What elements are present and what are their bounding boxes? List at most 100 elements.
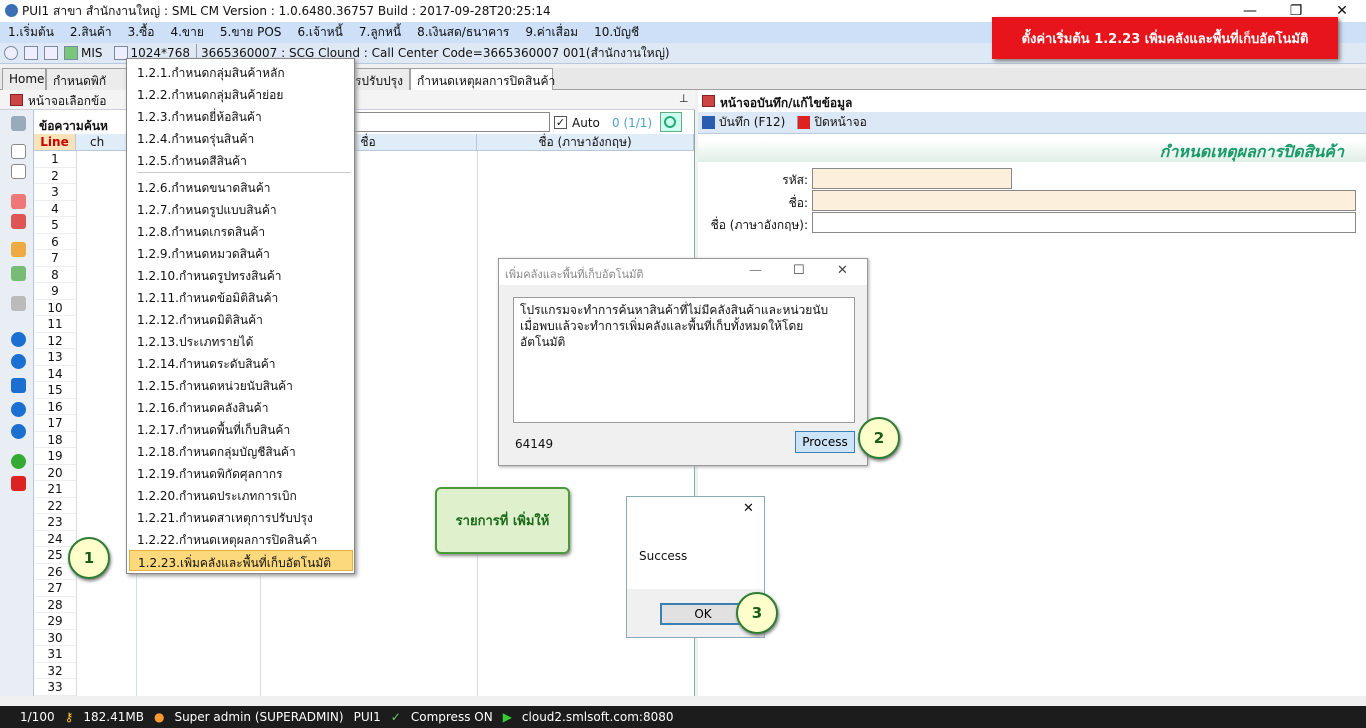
calculator-icon[interactable] (44, 46, 58, 60)
dropdown-menu-item[interactable]: 1.2.7.กำหนดรูปแบบสินค้า (137, 198, 351, 219)
check-doc-icon[interactable] (11, 194, 26, 209)
row-line-number[interactable]: 32 (34, 663, 76, 679)
row-line-number[interactable]: 14 (34, 366, 76, 382)
col-name-en[interactable]: ชื่อ (ภาษาอังกฤษ) (477, 134, 694, 151)
dropdown-menu-item[interactable]: 1.2.6.กำหนดขนาดสินค้า (137, 176, 351, 197)
help-icon[interactable] (11, 454, 26, 469)
row-line-number[interactable]: 17 (34, 415, 76, 432)
dialog-minimize-icon[interactable]: — (749, 263, 762, 278)
dropdown-menu-item[interactable]: 1.2.3.กำหนดยี่ห้อสินค้า (137, 105, 351, 126)
arrow-down-icon[interactable] (11, 424, 26, 439)
menu-cash-bank[interactable]: 8.เงินสด/ธนาคาร (409, 23, 517, 42)
new-doc-icon[interactable] (11, 144, 26, 159)
tab-customs[interactable]: กำหนดพิกั (46, 68, 136, 90)
row-line-number[interactable]: 20 (34, 465, 76, 481)
dropdown-menu-item[interactable]: 1.2.19.กำหนดพิกัดศุลกากร (137, 462, 351, 483)
save-button[interactable]: บันทึก (F12) (719, 113, 785, 132)
menu-pos[interactable]: 5.ขาย POS (212, 23, 290, 42)
menu-purchase[interactable]: 3.ซื้อ (120, 23, 163, 42)
pin-icon[interactable]: ⊥ (679, 92, 689, 105)
lock-doc-icon[interactable] (11, 242, 26, 257)
delete-doc-icon[interactable] (11, 214, 26, 229)
mis-label[interactable]: MIS (81, 46, 103, 60)
fast-forward-icon[interactable] (11, 378, 26, 393)
dropdown-menu-item[interactable]: 1.2.18.กำหนดกลุ่มบัญชีสินค้า (137, 440, 351, 461)
chart-icon[interactable] (64, 46, 78, 60)
close-screen-button[interactable]: ปิดหน้าจอ (814, 113, 867, 132)
row-line-number[interactable]: 3 (34, 184, 76, 201)
dropdown-menu-item[interactable]: 1.2.15.กำหนดหน่วยนับสินค้า (137, 374, 351, 395)
dropdown-menu-item[interactable]: 1.2.21.กำหนดสาเหตุการปรับปรุง (137, 506, 351, 527)
name-en-field[interactable] (812, 212, 1356, 233)
row-line-number[interactable]: 31 (34, 646, 76, 663)
menu-product[interactable]: 2.สินค้า (62, 23, 120, 42)
row-line-number[interactable]: 18 (34, 432, 76, 448)
dropdown-menu-item[interactable]: 1.2.20.กำหนดประเภทการเบิก (137, 484, 351, 505)
menu-item-auto-warehouse[interactable]: 1.2.23.เพิ่มคลังและพื้นที่เก็บอัตโนมัติ (129, 550, 353, 571)
dropdown-menu-item[interactable]: 1.2.8.กำหนดเกรดสินค้า (137, 220, 351, 241)
menu-payable[interactable]: 6.เจ้าหนี้ (289, 23, 350, 42)
row-line-number[interactable]: 30 (34, 630, 76, 646)
code-field[interactable] (812, 168, 1012, 189)
row-line-number[interactable]: 10 (34, 300, 76, 316)
row-line-number[interactable]: 6 (34, 234, 76, 250)
row-line-number[interactable]: 13 (34, 349, 76, 366)
close-icon[interactable] (11, 476, 26, 491)
menu-sale[interactable]: 4.ขาย (162, 23, 211, 42)
dialog-close-icon[interactable]: ✕ (837, 263, 848, 278)
row-line-number[interactable]: 22 (34, 498, 76, 514)
menu-accounting[interactable]: 10.บัญชี (586, 23, 647, 42)
clock-icon[interactable] (4, 46, 18, 60)
row-line-number[interactable]: 11 (34, 316, 76, 333)
dropdown-menu-item[interactable]: 1.2.1.กำหนดกลุ่มสินค้าหลัก (137, 61, 351, 82)
row-line-number[interactable]: 28 (34, 597, 76, 613)
arrow-left-icon[interactable] (11, 332, 26, 347)
menu-start[interactable]: 1.เริ่มต้น (0, 23, 62, 42)
row-line-number[interactable]: 33 (34, 679, 76, 696)
row-line-number[interactable]: 21 (34, 481, 76, 498)
dropdown-menu-item[interactable]: 1.2.9.กำหนดหมวดสินค้า (137, 242, 351, 263)
blank-doc-icon[interactable] (11, 164, 26, 179)
col-line[interactable]: Line (34, 134, 76, 151)
row-line-number[interactable]: 19 (34, 448, 76, 465)
row-line-number[interactable]: 27 (34, 580, 76, 597)
dropdown-menu-item[interactable]: 1.2.14.กำหนดระดับสินค้า (137, 352, 351, 373)
msgbox-close-icon[interactable]: ✕ (743, 501, 754, 516)
dialog-maximize-icon[interactable]: ☐ (793, 263, 805, 278)
export-doc-icon[interactable] (11, 266, 26, 281)
panel-icon[interactable] (24, 46, 38, 60)
dropdown-menu-item[interactable]: 1.2.2.กำหนดกลุ่มสินค้าย่อย (137, 83, 351, 104)
dropdown-menu-item[interactable]: 1.2.13.ประเภทรายได้ (137, 330, 351, 351)
dropdown-menu-item[interactable]: 1.2.10.กำหนดรูปทรงสินค้า (137, 264, 351, 285)
row-line-number[interactable]: 12 (34, 333, 76, 349)
tree-icon[interactable] (11, 116, 26, 131)
menu-depreciation[interactable]: 9.ค่าเสื่อม (517, 23, 586, 42)
dropdown-menu-item[interactable]: 1.2.12.กำหนดมิติสินค้า (137, 308, 351, 329)
row-line-number[interactable]: 5 (34, 217, 76, 234)
tab-close-reason[interactable]: กำหนดเหตุผลการปิดสินค้า (410, 68, 555, 90)
row-line-number[interactable]: 29 (34, 613, 76, 630)
dropdown-menu-item[interactable]: 1.2.5.กำหนดสีสินค้า (137, 149, 351, 170)
dropdown-menu-item[interactable]: 1.2.22.กำหนดเหตุผลการปิดสินค้า (137, 528, 351, 549)
row-line-number[interactable]: 1 (34, 151, 76, 168)
search-button[interactable] (660, 112, 682, 132)
tab-home[interactable]: Home (2, 68, 46, 90)
dropdown-menu-item[interactable]: 1.2.4.กำหนดรุ่นสินค้า (137, 127, 351, 148)
row-line-number[interactable]: 23 (34, 514, 76, 531)
row-line-number[interactable]: 4 (34, 201, 76, 217)
list-icon[interactable] (11, 296, 26, 311)
row-line-number[interactable]: 8 (34, 267, 76, 283)
dropdown-menu-item[interactable]: 1.2.11.กำหนดข้อมิติสินค้า (137, 286, 351, 307)
name-field[interactable] (812, 190, 1356, 211)
dropdown-menu-item[interactable]: 1.2.17.กำหนดพื้นที่เก็บสินค้า (137, 418, 351, 439)
row-line-number[interactable]: 7 (34, 250, 76, 267)
search-input[interactable] (352, 112, 550, 132)
row-line-number[interactable]: 16 (34, 399, 76, 415)
row-line-number[interactable]: 15 (34, 382, 76, 399)
row-line-number[interactable]: 24 (34, 531, 76, 547)
process-button[interactable]: Process (795, 431, 855, 453)
dropdown-menu-item[interactable]: 1.2.16.กำหนดคลังสินค้า (137, 396, 351, 417)
arrow-up-icon[interactable] (11, 402, 26, 417)
row-line-number[interactable]: 2 (34, 168, 76, 184)
auto-checkbox[interactable]: ✓ (554, 116, 567, 129)
